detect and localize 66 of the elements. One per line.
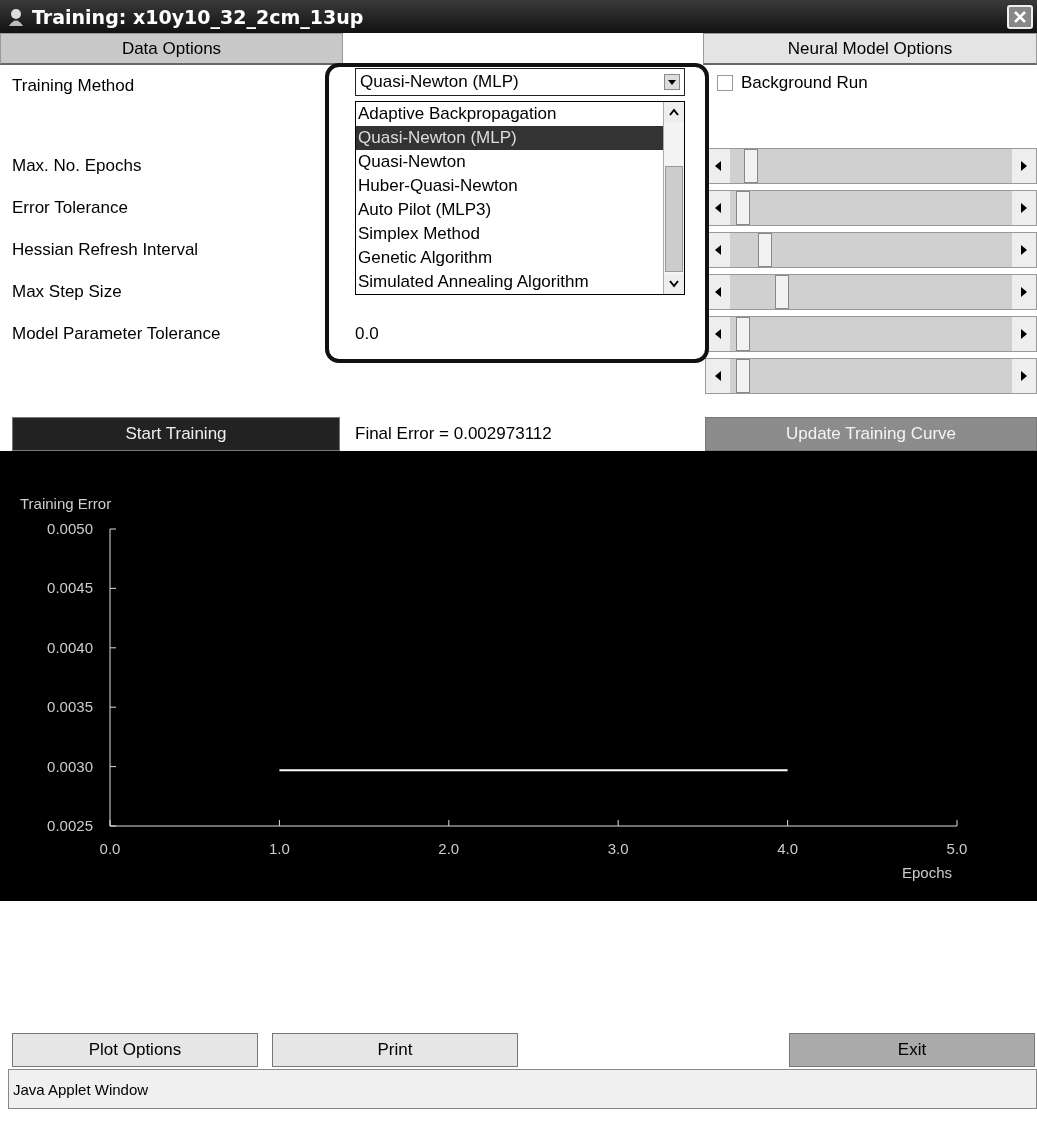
y-tick-label: 0.0045 xyxy=(47,579,93,597)
y-tick-label: 0.0035 xyxy=(47,698,93,716)
tab[interactable]: Data Options xyxy=(0,33,343,65)
slider-thumb[interactable] xyxy=(744,149,759,183)
right-arrow-icon[interactable] xyxy=(1020,371,1028,381)
footer-button[interactable]: Exit xyxy=(789,1033,1035,1067)
dropdown-option[interactable]: Quasi-Newton xyxy=(356,150,663,174)
y-tick-label: 0.0050 xyxy=(47,520,93,537)
y-tick-label: 0.0025 xyxy=(47,817,93,834)
figure-icon xyxy=(6,6,26,27)
right-arrow-icon[interactable] xyxy=(1020,245,1028,255)
dropdown-option[interactable]: Simplex Method xyxy=(356,222,663,246)
window-title: Training: x10y10_32_2cm_13up xyxy=(32,5,365,28)
method-dropdown[interactable]: Quasi-Newton (MLP) xyxy=(355,68,685,96)
dropdown-option[interactable]: Simulated Annealing Algorithm xyxy=(356,270,663,294)
dropdown-option[interactable]: Huber-Quasi-Newton xyxy=(356,174,663,198)
y-tick-label: 0.0030 xyxy=(47,757,93,775)
x-tick-label: 5.0 xyxy=(946,840,968,857)
y-tick-label: 0.0040 xyxy=(47,638,93,656)
final-error-text: Final Error = 0.002973112 xyxy=(354,424,553,444)
close-icon xyxy=(1013,9,1027,24)
x-tick-label: 0.0 xyxy=(99,840,121,857)
left-arrow-icon[interactable] xyxy=(714,371,722,381)
field-label: Model Parameter Tolerance xyxy=(11,324,222,344)
dropdown-option[interactable]: Genetic Algorithm xyxy=(356,246,663,270)
field-label: Max. No. Epochs xyxy=(11,156,143,176)
start-training-button[interactable]: Start Training xyxy=(12,417,340,451)
right-arrow-icon[interactable] xyxy=(1020,329,1028,339)
slider-thumb[interactable] xyxy=(735,191,750,225)
x-tick-label: 3.0 xyxy=(607,840,629,857)
field-label: Training Method xyxy=(11,76,136,96)
left-arrow-icon[interactable] xyxy=(714,203,722,213)
scrollbar[interactable] xyxy=(663,102,684,294)
status-text: Java Applet Window xyxy=(13,1080,149,1098)
left-arrow-icon[interactable] xyxy=(714,287,722,297)
right-arrow-icon[interactable] xyxy=(1020,287,1028,297)
footer-button[interactable]: Print xyxy=(272,1033,518,1067)
slider-thumb[interactable] xyxy=(735,317,750,351)
x-tick-label: 4.0 xyxy=(777,840,799,857)
left-arrow-icon[interactable] xyxy=(714,161,722,171)
scroll-up-icon[interactable] xyxy=(669,108,679,116)
right-arrow-icon[interactable] xyxy=(1020,203,1028,213)
dropdown-option[interactable]: Auto Pilot (MLP3) xyxy=(356,198,663,222)
dropdown-option[interactable]: Adaptive Backpropagation xyxy=(356,102,663,126)
left-arrow-icon[interactable] xyxy=(714,245,722,255)
right-arrow-icon[interactable] xyxy=(1020,161,1028,171)
field-value: 0.0 xyxy=(354,324,380,344)
field-label: Error Tolerance xyxy=(11,198,129,218)
checkbox-label: Background Run xyxy=(741,73,868,93)
x-tick-label: 2.0 xyxy=(438,840,460,857)
field-label: Hessian Refresh Interval xyxy=(11,240,200,260)
field-label: Max Step Size xyxy=(11,282,123,302)
scroll-down-icon[interactable] xyxy=(669,280,679,288)
slider-thumb[interactable] xyxy=(735,359,750,393)
slider[interactable] xyxy=(705,358,1037,394)
slider-thumb[interactable] xyxy=(775,275,790,309)
x-axis-title: Epochs xyxy=(901,864,952,881)
x-tick-label: 1.0 xyxy=(268,840,290,857)
left-arrow-icon[interactable] xyxy=(714,329,722,339)
dropdown-option[interactable]: Quasi-Newton (MLP) xyxy=(356,126,663,150)
slider-thumb[interactable] xyxy=(758,233,773,267)
checkbox[interactable] xyxy=(717,75,733,91)
tab[interactable]: Neural Model Options xyxy=(703,33,1037,65)
footer-button[interactable]: Plot Options xyxy=(12,1033,258,1067)
y-axis-title: Training Error xyxy=(20,495,112,512)
close-button[interactable] xyxy=(1007,4,1033,29)
